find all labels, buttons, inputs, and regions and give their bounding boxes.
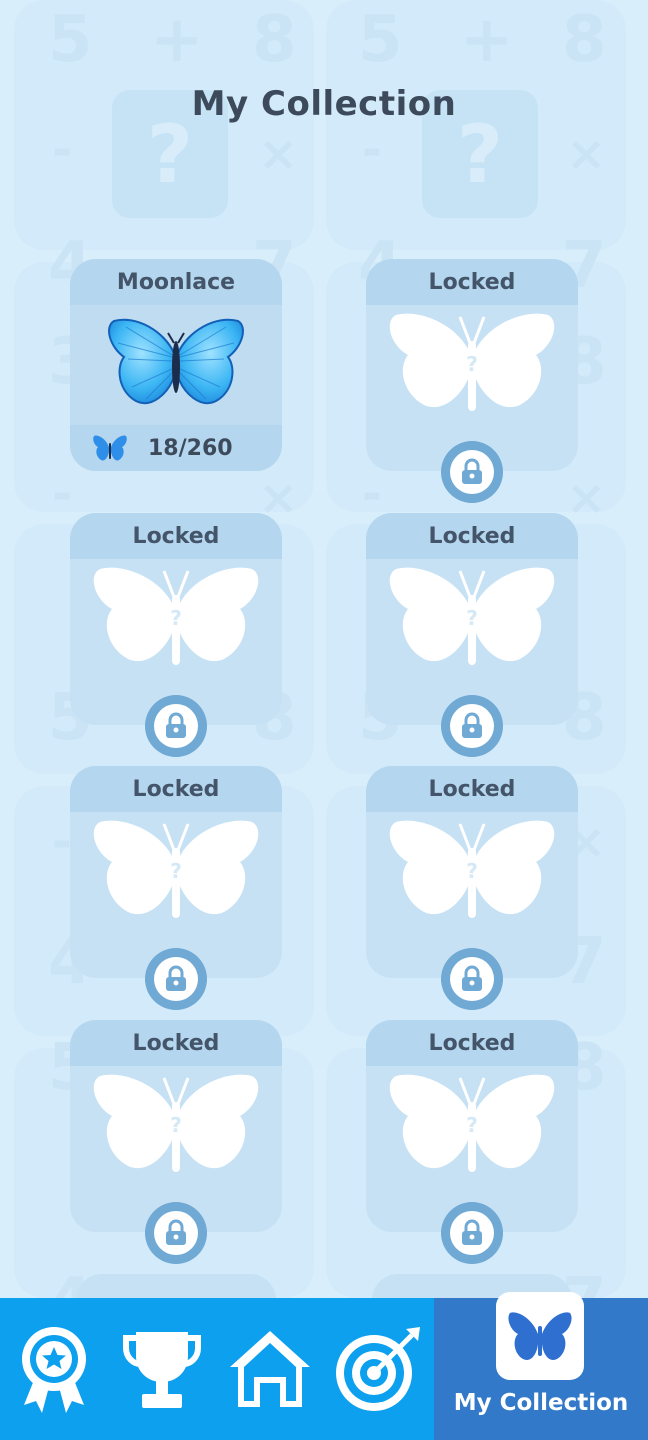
butterfly-silhouette-icon: ? — [93, 1074, 259, 1172]
collection-count: 18/260 — [148, 435, 233, 461]
collection-card-locked[interactable]: Locked ? — [70, 513, 282, 757]
nav-achievements[interactable] — [0, 1298, 108, 1440]
card-title: Locked — [70, 513, 282, 559]
award-badge-icon — [22, 1327, 86, 1413]
nav-challenges[interactable] — [324, 1298, 432, 1440]
lock-icon — [166, 965, 186, 991]
nav-home[interactable] — [216, 1298, 324, 1440]
nav-my-collection[interactable]: My Collection — [434, 1292, 648, 1440]
svg-text:?: ? — [170, 1113, 182, 1137]
page-title: My Collection — [191, 84, 457, 124]
butterfly-silhouette-icon: ? — [93, 567, 259, 665]
lock-button[interactable] — [145, 695, 207, 757]
lock-button[interactable] — [145, 1202, 207, 1264]
collection-card-locked[interactable]: Locked ? — [366, 513, 578, 757]
lock-icon — [166, 712, 186, 738]
lock-icon — [462, 458, 482, 484]
lock-button[interactable] — [441, 441, 503, 503]
lock-button[interactable] — [441, 948, 503, 1010]
collection-card-locked[interactable]: Locked ? — [70, 766, 282, 1010]
home-icon — [230, 1331, 310, 1407]
nav-leaderboard[interactable] — [108, 1298, 216, 1440]
card-title: Locked — [366, 766, 578, 812]
card-title: Locked — [70, 766, 282, 812]
svg-text:?: ? — [466, 352, 478, 376]
svg-text:?: ? — [170, 859, 182, 883]
bottom-nav: My Collection — [0, 1292, 648, 1440]
card-title: Moonlace — [70, 259, 282, 305]
lock-icon — [166, 1219, 186, 1245]
nav-active-badge — [496, 1292, 584, 1380]
collection-card-locked[interactable]: Locked ? — [366, 766, 578, 1010]
card-progress: 18/260 — [70, 425, 282, 471]
butterfly-silhouette-icon: ? — [389, 1074, 555, 1172]
butterfly-silhouette-icon: ? — [389, 820, 555, 918]
nav-active-label: My Collection — [453, 1390, 629, 1416]
butterfly-silhouette-icon: ? — [93, 820, 259, 918]
svg-text:?: ? — [466, 606, 478, 630]
butterfly-icon — [508, 1312, 572, 1360]
card-title: Locked — [366, 259, 578, 305]
lock-button[interactable] — [145, 948, 207, 1010]
lock-icon — [462, 965, 482, 991]
svg-text:?: ? — [170, 606, 182, 630]
card-title: Locked — [366, 513, 578, 559]
lock-icon — [462, 1219, 482, 1245]
card-title: Locked — [366, 1020, 578, 1066]
target-icon — [336, 1327, 420, 1411]
butterfly-silhouette-icon: ? — [389, 567, 555, 665]
collection-card-locked[interactable]: Locked ? — [366, 259, 578, 503]
butterfly-silhouette-icon: ? — [389, 313, 555, 411]
card-title: Locked — [70, 1020, 282, 1066]
collection-card-locked[interactable]: Locked ? — [366, 1020, 578, 1264]
lock-icon — [462, 712, 482, 738]
svg-text:?: ? — [466, 1113, 478, 1137]
trophy-icon — [123, 1332, 201, 1408]
butterfly-icon — [93, 435, 127, 461]
collection-card-locked[interactable]: Locked ? — [70, 1020, 282, 1264]
svg-text:?: ? — [466, 859, 478, 883]
lock-button[interactable] — [441, 695, 503, 757]
collection-card-moonlace[interactable]: Moonlace 18/260 — [70, 259, 282, 471]
butterfly-icon — [108, 318, 244, 404]
lock-button[interactable] — [441, 1202, 503, 1264]
